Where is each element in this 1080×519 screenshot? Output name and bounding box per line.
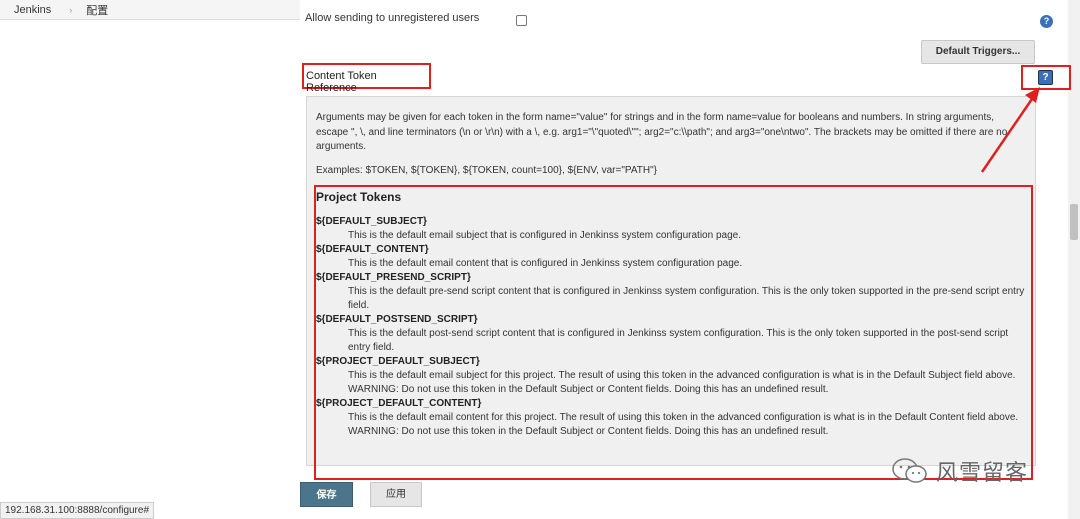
help-examples-text: Examples: $TOKEN, ${TOKEN}, ${TOKEN, cou… xyxy=(316,165,657,176)
content-token-reference-label: Content Token Reference xyxy=(302,63,431,94)
help-intro-text: Arguments may be given for each token in… xyxy=(316,112,1008,152)
question-mark-icon[interactable]: ? xyxy=(1040,15,1053,28)
token-name: ${PROJECT_DEFAULT_CONTENT} xyxy=(316,398,482,409)
status-url: 192.168.31.100:8888/configure# xyxy=(0,502,155,519)
watermark-text: 风雪留客 xyxy=(936,461,1029,486)
default-triggers-button[interactable]: Default Triggers... xyxy=(921,40,1035,64)
breadcrumb-jenkins[interactable]: Jenkins xyxy=(14,4,51,16)
token-desc: This is the default email subject that i… xyxy=(348,230,741,241)
unregistered-users-checkbox[interactable] xyxy=(516,15,527,26)
breadcrumb-configure[interactable]: 配置 xyxy=(86,2,108,18)
wechat-icon xyxy=(892,458,927,483)
chevron-right-icon: › xyxy=(69,4,73,15)
token-name: ${DEFAULT_POSTSEND_SCRIPT} xyxy=(316,314,478,325)
apply-button[interactable]: 应用 xyxy=(370,482,422,507)
token-name: ${DEFAULT_SUBJECT} xyxy=(316,216,427,227)
token-desc: This is the default email subject for th… xyxy=(348,370,1016,395)
token-desc: This is the default post-send script con… xyxy=(348,328,1009,353)
question-mark-icon[interactable]: ? xyxy=(1038,70,1053,85)
scrollbar-thumb[interactable] xyxy=(1070,204,1078,240)
token-name: ${DEFAULT_PRESEND_SCRIPT} xyxy=(316,272,471,283)
save-button[interactable]: 保存 xyxy=(300,482,353,507)
token-desc: This is the default pre-send script cont… xyxy=(348,286,1025,311)
token-name: ${PROJECT_DEFAULT_SUBJECT} xyxy=(316,356,480,367)
unregistered-users-label: Allow sending to unregistered users xyxy=(305,12,480,24)
token-desc: This is the default email content for th… xyxy=(348,412,1019,437)
token-name: ${DEFAULT_CONTENT} xyxy=(316,244,429,255)
project-tokens-heading: Project Tokens xyxy=(316,190,402,204)
watermark: 风雪留客 xyxy=(890,455,1028,487)
token-desc: This is the default email content that i… xyxy=(348,258,743,269)
token-list: ${DEFAULT_SUBJECT} This is the default e… xyxy=(316,215,1028,439)
breadcrumb: Jenkins › 配置 xyxy=(0,0,300,20)
